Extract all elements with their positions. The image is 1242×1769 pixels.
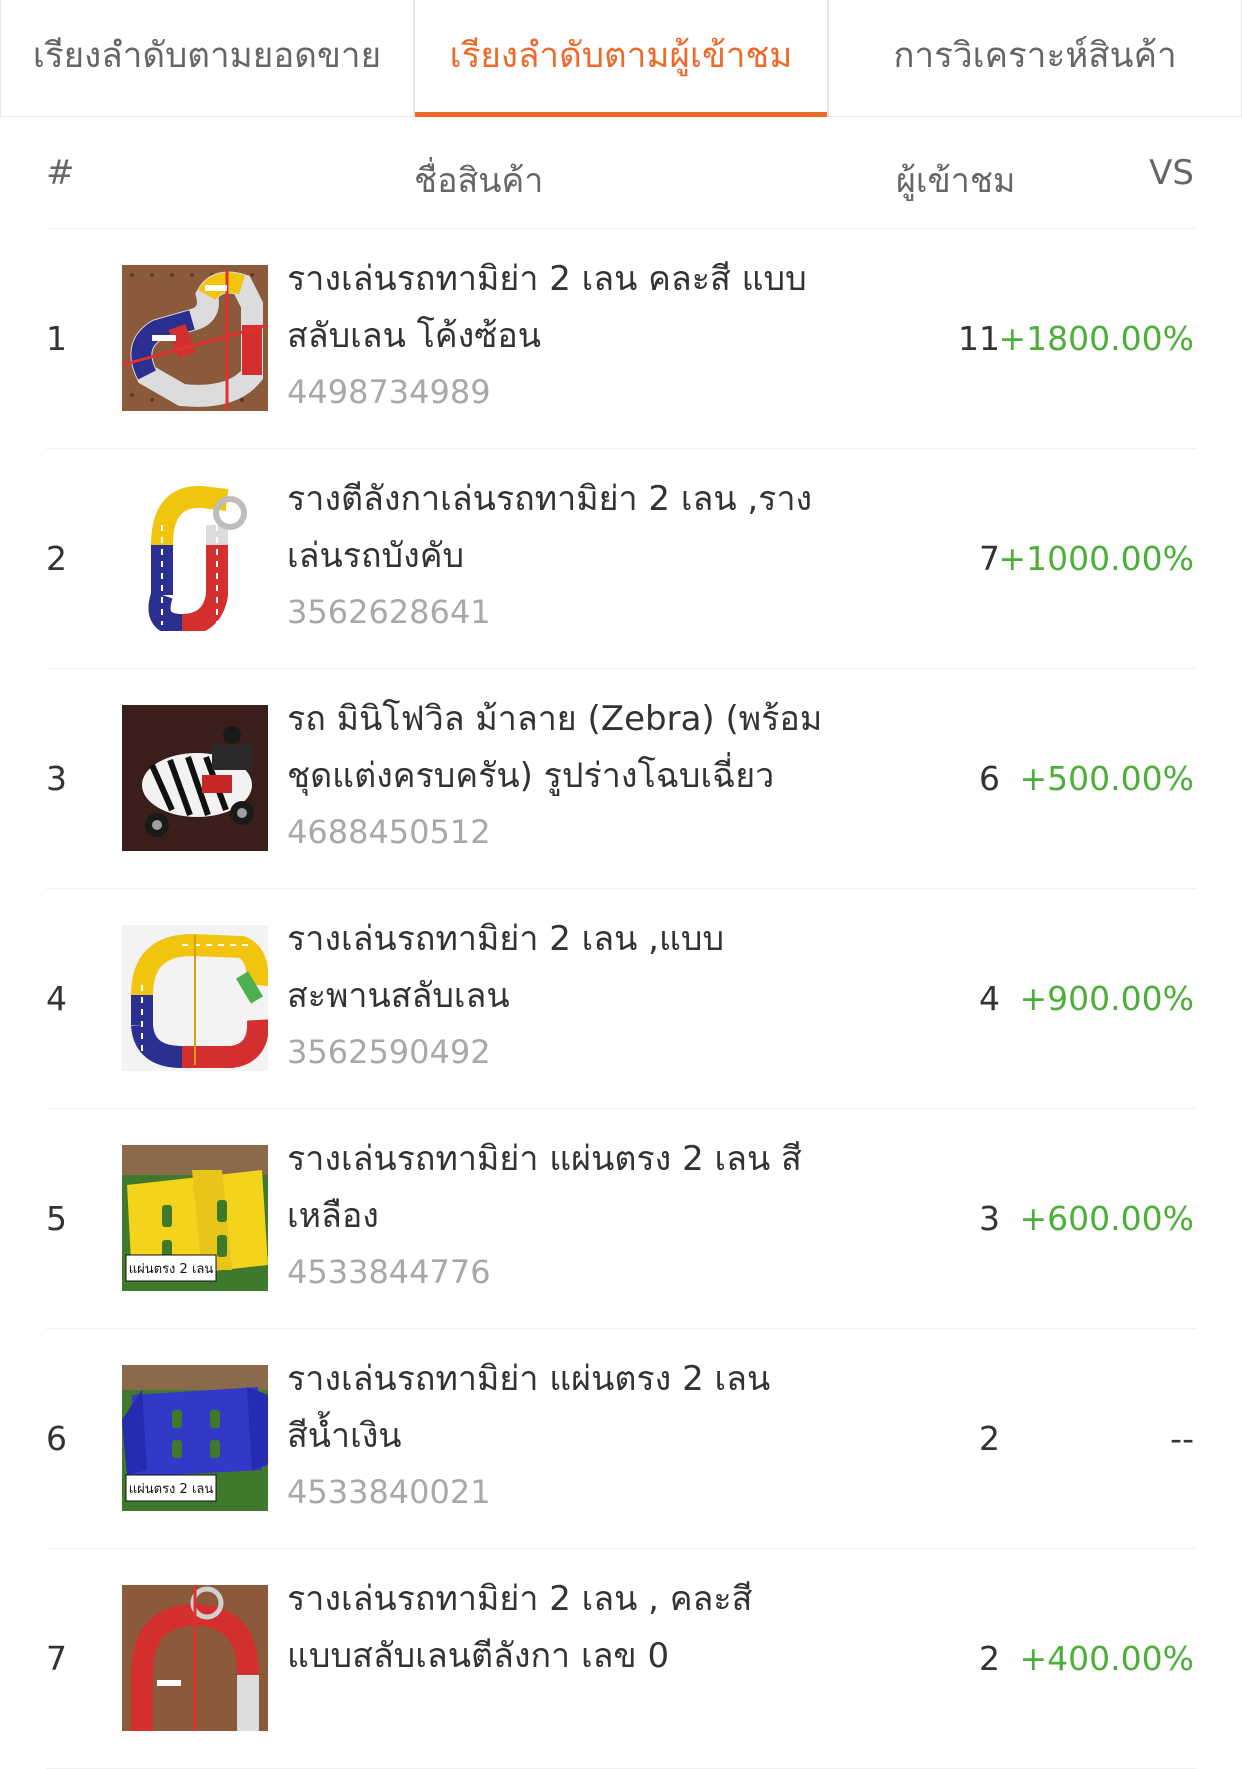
row-rank: 4 bbox=[46, 979, 67, 1018]
product-info: รางเล่นรถทามิย่า แผ่นตรง 2 เลน สีเหลือง … bbox=[287, 1131, 827, 1299]
vs-change: +1800.00% bbox=[998, 319, 1194, 358]
row-rank: 5 bbox=[46, 1199, 67, 1238]
visitor-count: 2 bbox=[979, 1419, 1000, 1458]
header-product-name: ชื่อสินค้า bbox=[414, 161, 544, 201]
track-image bbox=[122, 265, 268, 411]
table-row[interactable]: 6 แผ่นตรง 2 เลน รางเล่นรถทามิย่า แผ่นตรง bbox=[46, 1329, 1196, 1549]
product-id: 4533844776 bbox=[287, 1253, 491, 1291]
visitor-count: 2 bbox=[979, 1639, 1000, 1678]
table-row[interactable]: 4 รางเล่นรถทามิย่า 2 เลน ,แบบสะพานสลับเล… bbox=[46, 889, 1196, 1109]
product-info: รถ มินิโฟวิล ม้าลาย (Zebra) (พร้อมชุดแต่… bbox=[287, 691, 827, 859]
product-info: รางเล่นรถทามิย่า 2 เลน ,แบบสะพานสลับเลน … bbox=[287, 911, 827, 1079]
visitor-count: 4 bbox=[979, 979, 1000, 1018]
product-id: 4498734989 bbox=[287, 373, 491, 411]
vs-change: +400.00% bbox=[1019, 1639, 1194, 1678]
product-list: 1 รางเล่นรถทามิย่า 2 เลน คละสี แบบสลับเล… bbox=[46, 229, 1196, 1769]
loop-zero-track-image bbox=[122, 1585, 268, 1731]
vs-change: +900.00% bbox=[1019, 979, 1194, 1018]
row-rank: 2 bbox=[46, 539, 67, 578]
product-info: รางตีลังกาเล่นรถทามิย่า 2 เลน ,รางเล่นรถ… bbox=[287, 471, 827, 639]
row-rank: 6 bbox=[46, 1419, 67, 1458]
product-info: รางเล่นรถทามิย่า 2 เลน , คละสี แบบสลับเล… bbox=[287, 1571, 827, 1685]
product-name[interactable]: รางตีลังกาเล่นรถทามิย่า 2 เลน ,รางเล่นรถ… bbox=[287, 471, 827, 585]
visitor-count: 11 bbox=[958, 319, 1000, 358]
table-header: # ชื่อสินค้า ผู้เข้าชม VS bbox=[46, 117, 1196, 229]
product-name[interactable]: รางเล่นรถทามิย่า แผ่นตรง 2 เลน สีน้ำเงิน bbox=[287, 1351, 827, 1465]
product-id: 4688450512 bbox=[287, 813, 491, 851]
product-info: รางเล่นรถทามิย่า 2 เลน คละสี แบบสลับเลน … bbox=[287, 251, 827, 419]
oval-track-image bbox=[122, 925, 268, 1071]
row-rank: 3 bbox=[46, 759, 67, 798]
product-info: รางเล่นรถทามิย่า แผ่นตรง 2 เลน สีน้ำเงิน… bbox=[287, 1351, 827, 1519]
vs-change: +600.00% bbox=[1019, 1199, 1194, 1238]
row-rank: 1 bbox=[46, 319, 67, 358]
visitor-count: 7 bbox=[979, 539, 1000, 578]
vs-change: +500.00% bbox=[1019, 759, 1194, 798]
product-id: 4533840021 bbox=[287, 1473, 491, 1511]
table-row[interactable]: 5 แผ่นตรง 2 เลน รางเล่นรถทามิย่า แผ่นตรง… bbox=[46, 1109, 1196, 1329]
product-name[interactable]: รถ มินิโฟวิล ม้าลาย (Zebra) (พร้อมชุดแต่… bbox=[287, 691, 827, 805]
zebra-car-image bbox=[122, 705, 268, 851]
product-name[interactable]: รางเล่นรถทามิย่า แผ่นตรง 2 เลน สีเหลือง bbox=[287, 1131, 827, 1245]
product-name[interactable]: รางเล่นรถทามิย่า 2 เลน คละสี แบบสลับเลน … bbox=[287, 251, 827, 365]
table-row[interactable]: 7 รางเล่นรถทามิย่า 2 เลน , คละสี แบบสลับ… bbox=[46, 1549, 1196, 1769]
thumb-caption: แผ่นตรง 2 เลน bbox=[129, 1262, 214, 1277]
visitor-count: 3 bbox=[979, 1199, 1000, 1238]
product-id: 3562628641 bbox=[287, 593, 491, 631]
tab-product-analysis[interactable]: การวิเคราะห์สินค้า bbox=[828, 0, 1242, 116]
vs-change: -- bbox=[1170, 1419, 1194, 1458]
visitor-count: 6 bbox=[979, 759, 1000, 798]
product-name[interactable]: รางเล่นรถทามิย่า 2 เลน , คละสี แบบสลับเล… bbox=[287, 1571, 827, 1685]
tab-bar: เรียงลำดับตามยอดขาย เรียงลำดับตามผู้เข้า… bbox=[0, 0, 1242, 117]
tab-sort-by-sales[interactable]: เรียงลำดับตามยอดขาย bbox=[0, 0, 414, 116]
header-visitors[interactable]: ผู้เข้าชม bbox=[896, 153, 1015, 207]
loop-track-image bbox=[122, 485, 268, 631]
vs-change: +1000.00% bbox=[998, 539, 1194, 578]
product-name[interactable]: รางเล่นรถทามิย่า 2 เลน ,แบบสะพานสลับเลน bbox=[287, 911, 827, 1025]
header-vs: VS bbox=[1149, 153, 1194, 193]
thumb-caption: แผ่นตรง 2 เลน bbox=[129, 1482, 214, 1497]
table-row[interactable]: 1 รางเล่นรถทามิย่า 2 เลน คละสี แบบสลับเล… bbox=[46, 229, 1196, 449]
row-rank: 7 bbox=[46, 1639, 67, 1678]
tab-sort-by-visitors[interactable]: เรียงลำดับตามผู้เข้าชม bbox=[414, 0, 828, 117]
blue-plate-image: แผ่นตรง 2 เลน bbox=[122, 1365, 268, 1511]
header-rank: # bbox=[46, 153, 75, 193]
yellow-plate-image: แผ่นตรง 2 เลน bbox=[122, 1145, 268, 1291]
table-row[interactable]: 2 รางตีลังกาเล่นรถทามิย่า 2 เลน ,รางเล่น… bbox=[46, 449, 1196, 669]
table-row[interactable]: 3 รถ มินิโฟวิล ม้าลาย (Zebra) (พร้อมชุดแ… bbox=[46, 669, 1196, 889]
product-id: 3562590492 bbox=[287, 1033, 491, 1071]
